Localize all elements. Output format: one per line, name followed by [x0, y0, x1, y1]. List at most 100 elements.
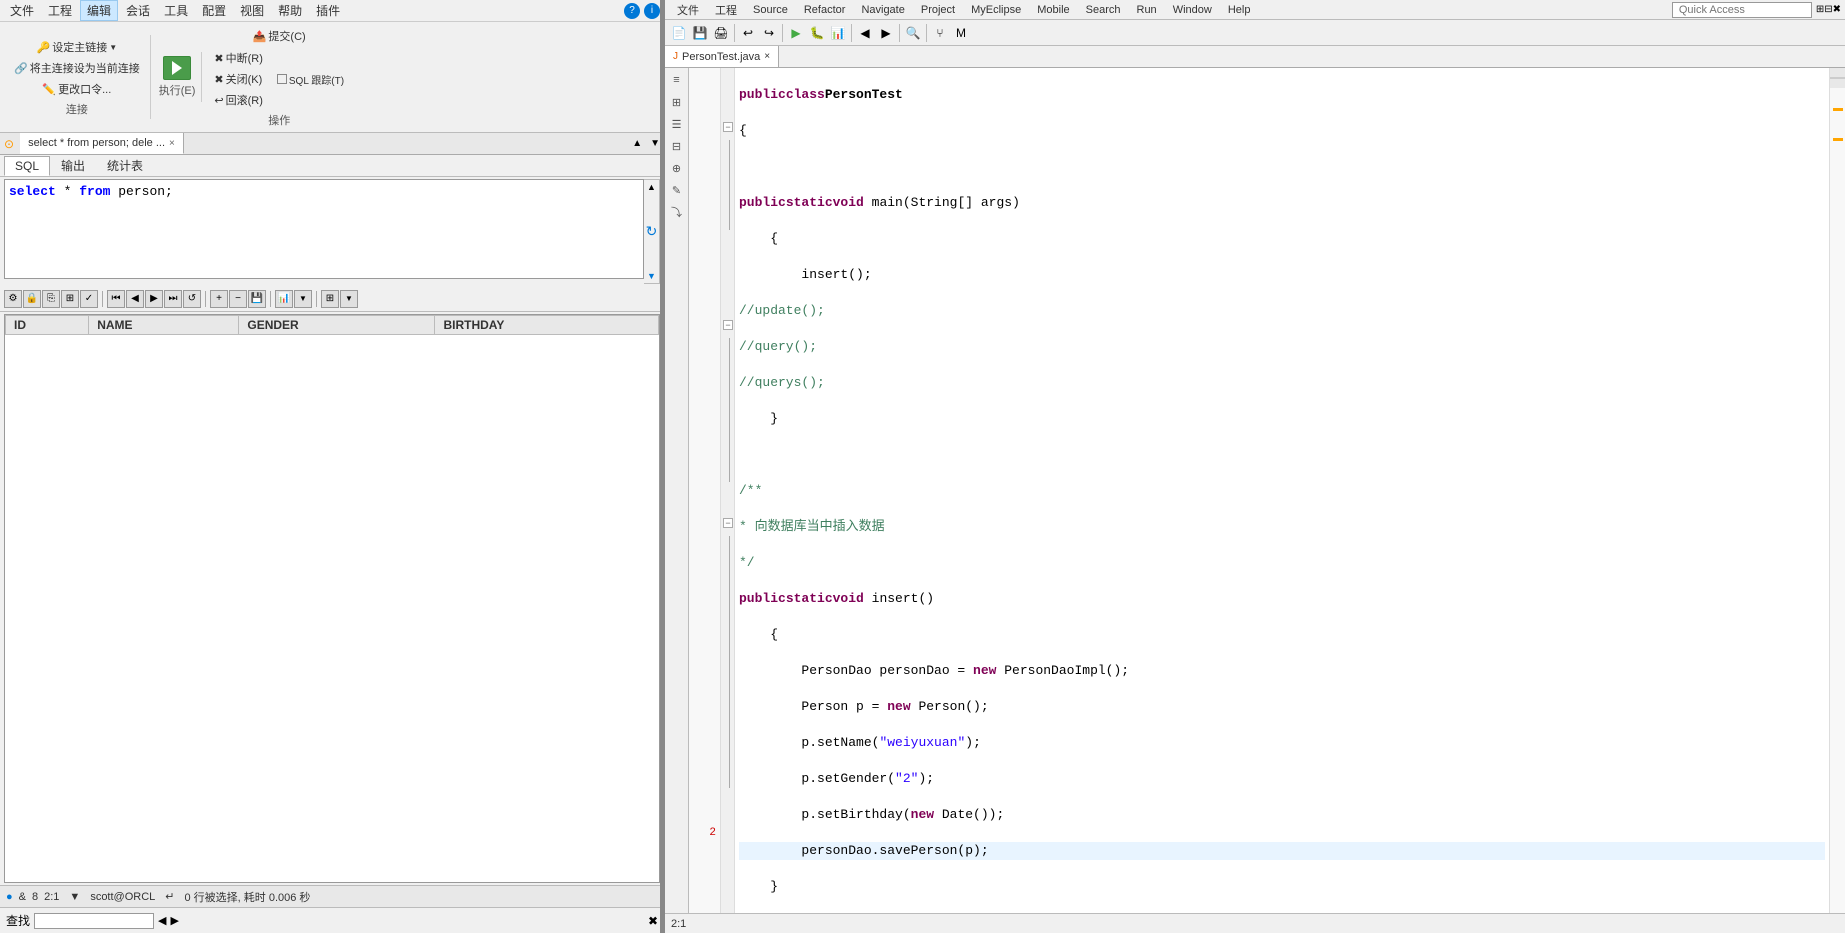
delete-row-btn[interactable]: −	[229, 290, 247, 308]
scroll-refresh-icon[interactable]: ↻	[646, 223, 658, 240]
prev-edit-btn[interactable]: ◀	[855, 23, 875, 43]
close-btn[interactable]: ✖ 关闭(K)	[210, 69, 267, 89]
undo-btn[interactable]: ↩	[738, 23, 758, 43]
scroll-up-btn[interactable]: ▲	[647, 182, 656, 192]
eclipse-menu-help[interactable]: Help	[1220, 3, 1259, 17]
next-edit-btn[interactable]: ▶	[876, 23, 896, 43]
save-btn[interactable]: 💾	[248, 290, 266, 308]
new-btn[interactable]: 📄	[669, 23, 689, 43]
annotation-scroll-top[interactable]	[1830, 68, 1845, 78]
search-input[interactable]	[34, 913, 154, 929]
sql-editor-container: select * from person; ▲ ↻ ▼	[4, 179, 660, 284]
help-icon[interactable]: ?	[624, 3, 640, 19]
quick-access-input[interactable]	[1672, 2, 1812, 18]
menu-session[interactable]: 会话	[120, 1, 156, 20]
eclipse-menu-mobile[interactable]: Mobile	[1029, 3, 1077, 17]
sql-trace-check[interactable]: SQL 跟踪(T)	[273, 70, 348, 89]
grid-dropdown-btn[interactable]: ▼	[340, 290, 358, 308]
eclipse-menu-window[interactable]: Window	[1165, 3, 1220, 17]
gutter-line	[689, 554, 720, 572]
move-first-btn[interactable]: ⏮	[107, 290, 125, 308]
execute-btn[interactable]	[163, 56, 191, 80]
collapse-marker-2[interactable]: −	[723, 320, 733, 330]
search-btn[interactable]: 🔍	[903, 23, 923, 43]
menu-tools[interactable]: 工具	[158, 1, 194, 20]
rollback-btn[interactable]: ↩ 回滚(R)	[210, 90, 267, 110]
print-btn[interactable]: 🖨	[711, 23, 731, 43]
myeclipse-btn[interactable]: M	[951, 23, 971, 43]
toolbar-icon-3[interactable]: ✖	[1833, 4, 1841, 15]
move-prev-btn[interactable]: ◀	[126, 290, 144, 308]
eclipse-menu-project[interactable]: 工程	[707, 1, 745, 19]
sql-input[interactable]: select * from person;	[4, 179, 644, 279]
run-btn[interactable]: ▶	[786, 23, 806, 43]
grid-btn[interactable]: ⊞	[321, 290, 339, 308]
menu-plugin[interactable]: 插件	[310, 1, 346, 20]
git-btn[interactable]: ⑂	[930, 23, 950, 43]
copy-btn[interactable]: ⎘	[42, 290, 60, 308]
eclipse-menu-file[interactable]: 文件	[669, 1, 707, 19]
history-btn[interactable]: ⊞	[61, 290, 79, 308]
search-close-btn[interactable]: ✖	[648, 914, 658, 928]
toolbar-icon-2[interactable]: ⊟	[1824, 4, 1832, 15]
code-line: * 向数据库当中插入数据	[739, 518, 1825, 536]
move-next-btn[interactable]: ▶	[145, 290, 163, 308]
move-last-btn[interactable]: ⏭	[164, 290, 182, 308]
java-tab-close-btn[interactable]: ×	[764, 51, 770, 62]
debug-btn[interactable]: 🐛	[807, 23, 827, 43]
sql-tab-active[interactable]: select * from person; dele ... ×	[20, 133, 184, 154]
toolbar-icon-1[interactable]: ⊞	[1816, 4, 1824, 15]
collapse-marker-3[interactable]: −	[723, 518, 733, 528]
code-line: PersonDao personDao = new PersonDaoImpl(…	[739, 662, 1825, 680]
search-next-btn[interactable]: ▶	[170, 914, 178, 927]
left-tool-6[interactable]: ✎	[667, 180, 687, 200]
chart-btn[interactable]: 📊	[275, 290, 293, 308]
tab-close-btn[interactable]: ×	[169, 138, 175, 149]
save-all-btn[interactable]: 💾	[690, 23, 710, 43]
set-current-connect-btn[interactable]: 🔗 将主连接设为当前连接	[10, 58, 144, 78]
sub-tab-stats[interactable]: 统计表	[96, 154, 154, 177]
set-main-connect-btn[interactable]: 🔑 设定主链接 ▼	[33, 37, 122, 57]
eclipse-menu-source[interactable]: Source	[745, 3, 796, 17]
menu-config[interactable]: 配置	[196, 1, 232, 20]
coverage-btn[interactable]: 📊	[828, 23, 848, 43]
menu-project[interactable]: 工程	[42, 1, 78, 20]
gutter-line	[689, 248, 720, 266]
lock-btn[interactable]: 🔒	[23, 290, 41, 308]
sub-tab-output[interactable]: 输出	[50, 154, 96, 177]
menu-view[interactable]: 视图	[234, 1, 270, 20]
left-tool-2[interactable]: ⊞	[667, 92, 687, 112]
chart-dropdown-btn[interactable]: ▼	[294, 290, 312, 308]
scroll-down-btn[interactable]: ▼	[647, 271, 656, 281]
collapse-marker-1[interactable]: −	[723, 122, 733, 132]
refresh-btn[interactable]: ↺	[183, 290, 201, 308]
left-tool-1[interactable]: ≡	[667, 70, 687, 90]
sub-tab-sql[interactable]: SQL	[4, 156, 50, 176]
eclipse-menu-navigate[interactable]: Navigate	[853, 3, 912, 17]
eclipse-menu-myeclipse[interactable]: MyEclipse	[963, 3, 1029, 17]
left-tool-3[interactable]: ☰	[667, 114, 687, 134]
eclipse-menu-run[interactable]: Run	[1129, 3, 1165, 17]
annotation-scroll-bottom[interactable]	[1830, 78, 1845, 88]
left-tool-5[interactable]: ⊕	[667, 158, 687, 178]
java-tab-persontest[interactable]: J PersonTest.java ×	[665, 46, 779, 67]
eclipse-menu-proj[interactable]: Project	[913, 3, 963, 17]
tab-scroll-up[interactable]: ▲	[628, 138, 646, 149]
info-icon[interactable]: i	[644, 3, 660, 19]
search-prev-btn[interactable]: ◀	[158, 914, 166, 927]
left-tool-4[interactable]: ⊟	[667, 136, 687, 156]
change-password-btn[interactable]: ✏️ 更改口令...	[38, 79, 115, 99]
menu-edit[interactable]: 编辑	[80, 0, 118, 21]
eclipse-menu-refactor[interactable]: Refactor	[796, 3, 854, 17]
settings-btn[interactable]: ⚙	[4, 290, 22, 308]
redo-btn[interactable]: ↪	[759, 23, 779, 43]
add-row-btn[interactable]: +	[210, 290, 228, 308]
check-btn[interactable]: ✓	[80, 290, 98, 308]
menu-help[interactable]: 帮助	[272, 1, 308, 20]
menu-file[interactable]: 文件	[4, 1, 40, 20]
break-btn[interactable]: ✖ 中断(R)	[210, 48, 267, 68]
java-code-editor[interactable]: public class PersonTest { public static …	[735, 68, 1829, 913]
left-tool-7[interactable]: ⤵	[667, 202, 687, 222]
commit-btn[interactable]: 📤 提交(C)	[249, 26, 310, 46]
eclipse-menu-search[interactable]: Search	[1078, 3, 1129, 17]
